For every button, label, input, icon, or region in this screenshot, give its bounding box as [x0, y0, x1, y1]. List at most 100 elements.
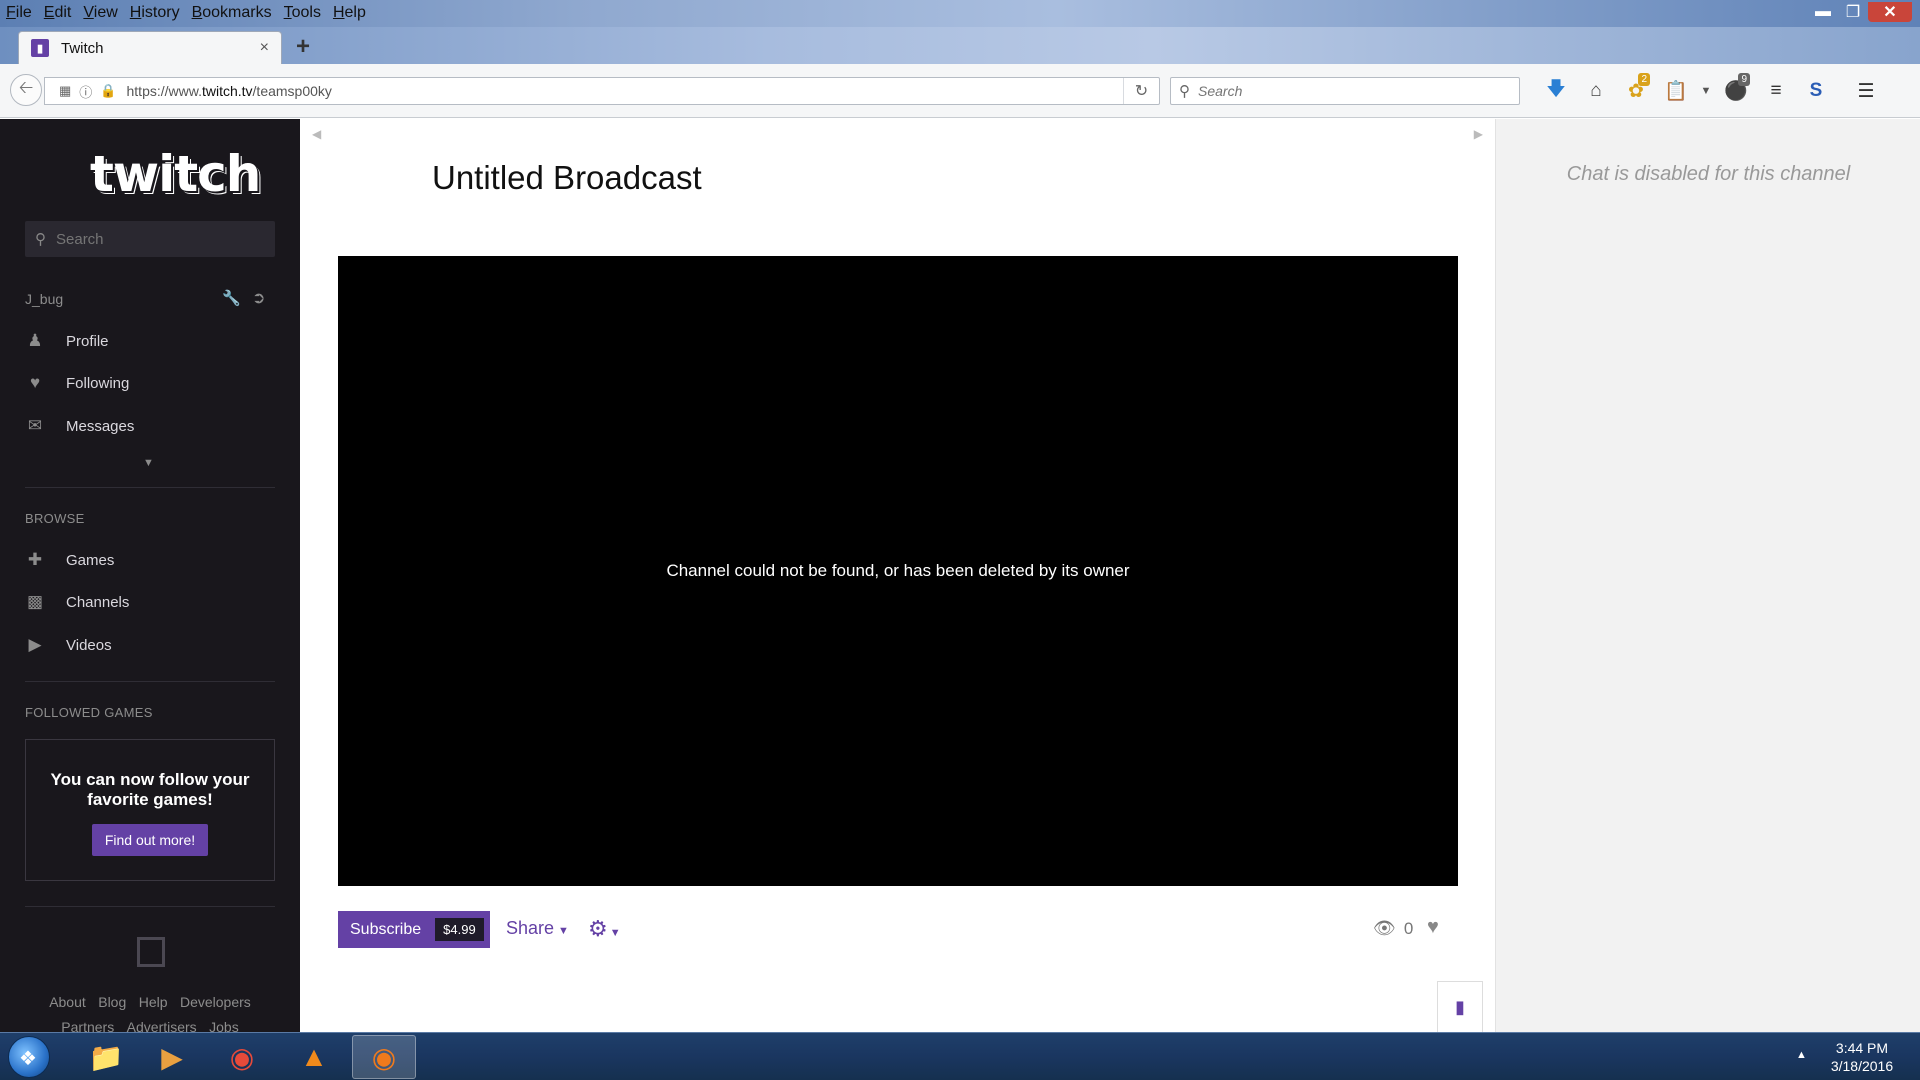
chevron-down-icon[interactable]: ▼ [143, 457, 154, 469]
file-explorer-icon[interactable]: 📁 [74, 1035, 138, 1079]
twitch-sidebar: twitch ⚲ J_bug 🔧 ➲ ♟ Profile ♥ Following… [0, 119, 300, 1032]
footer-link-blog[interactable]: Blog [98, 994, 126, 1010]
sidebar-item-following[interactable]: ♥ Following [25, 371, 129, 395]
info-icon[interactable]: ⓘ [79, 82, 92, 101]
tab-strip: ▮ Twitch × + [0, 27, 1920, 64]
sidebar-search-input[interactable] [56, 230, 256, 248]
footer-links: Partners Advertisers Jobs [0, 1019, 300, 1032]
play-icon: ▶ [28, 635, 42, 654]
video-player[interactable]: Channel could not be found, or has been … [338, 256, 1458, 886]
puzzle-addon-icon[interactable]: ✿ 2 [1616, 73, 1656, 106]
footer-link-advertisers[interactable]: Advertisers [127, 1019, 197, 1032]
clock-time: 3:44 PM [1835, 1040, 1889, 1056]
viewer-count-value: 0 [1403, 918, 1414, 938]
menu-edit[interactable]: Edit [38, 0, 78, 26]
main-content: ◀ ▶ Untitled Broadcast Channel could not… [300, 119, 1495, 1032]
url-host: twitch.tv [201, 83, 253, 99]
page-title: Untitled Broadcast [432, 159, 702, 196]
sidebar-item-messages[interactable]: ✉ Messages [25, 414, 135, 438]
chrome-icon[interactable]: ◉ [210, 1035, 274, 1079]
browser-search-input[interactable] [1198, 83, 1498, 99]
ublock-icon[interactable]: ⚫ 9 [1716, 73, 1756, 106]
notification-badge: 2 [1638, 73, 1650, 86]
home-icon[interactable]: ⌂ [1576, 76, 1616, 106]
tab-close-icon[interactable]: × [260, 39, 269, 57]
wrench-icon[interactable]: 🔧 [222, 289, 241, 307]
url-bar[interactable]: ▦ ⓘ 🔒 https://www.twitch.tv/teamsp00ky ↻ [44, 77, 1160, 105]
lock-icon[interactable]: 🔒 [100, 83, 116, 99]
gear-icon: ⚙ [588, 916, 608, 941]
reload-icon[interactable]: ↻ [1123, 78, 1159, 104]
settings-button[interactable]: ⚙ ▼ [588, 916, 621, 942]
back-button[interactable]: 🡠 [10, 74, 42, 106]
sidebar-search[interactable]: ⚲ [25, 221, 275, 257]
subscribe-label: Subscribe [350, 920, 422, 938]
footer-links: About Blog Help Developers [0, 994, 300, 1012]
divider [25, 906, 275, 907]
twitch-logo[interactable]: twitch [90, 145, 261, 203]
tab-title: Twitch [61, 39, 104, 57]
share-button[interactable]: Share ▼ [506, 918, 569, 939]
vlc-icon[interactable]: ▲ [282, 1035, 346, 1079]
sidebar-item-label: Following [66, 374, 130, 392]
tray-expand-icon[interactable]: ▲ [1796, 1049, 1807, 1061]
heart-icon[interactable]: ♥ [1427, 916, 1439, 939]
sidebar-item-games[interactable]: ✚ Games [25, 548, 114, 572]
toolbar-icons: 🡇 ⌂ ✿ 2 📋 ▼ ⚫ 9 ≡ S ☰ [1536, 73, 1886, 106]
menu-file[interactable]: File [0, 0, 38, 26]
firefox-icon[interactable]: ◉ [352, 1035, 416, 1079]
menu-help[interactable]: Help [327, 0, 372, 26]
collapse-left-icon[interactable]: ◀ [312, 127, 321, 141]
viewer-count: 👁 0 [1373, 918, 1413, 939]
sidebar-item-channels[interactable]: ▩ Channels [25, 590, 129, 614]
username[interactable]: J_bug [25, 291, 63, 307]
navigation-toolbar: 🡠 ▦ ⓘ 🔒 https://www.twitch.tv/teamsp00ky… [0, 64, 1920, 118]
history-icon[interactable]: ▦ [59, 83, 71, 99]
windows-logo-icon: ❖ [19, 1048, 37, 1070]
collapse-right-icon[interactable]: ▶ [1474, 127, 1483, 141]
system-clock[interactable]: 3:44 PM 3/18/2016 [1818, 1039, 1906, 1075]
footer-link-partners[interactable]: Partners [61, 1019, 114, 1032]
footer-link-developers[interactable]: Developers [180, 994, 251, 1010]
hamburger-menu-icon[interactable]: ☰ [1846, 76, 1886, 106]
logout-icon[interactable]: ➲ [252, 288, 265, 308]
browser-search-box[interactable]: ⚲ [1170, 77, 1520, 105]
subscribe-button[interactable]: Subscribe $4.99 [338, 911, 490, 948]
minimize-icon[interactable]: ▬ [1808, 2, 1838, 22]
s-addon-icon[interactable]: S [1796, 76, 1836, 106]
url-text[interactable]: https://www.twitch.tv/teamsp00ky [127, 83, 1124, 99]
start-button[interactable]: ❖ [8, 1036, 50, 1078]
sidebar-item-videos[interactable]: ▶ Videos [25, 633, 112, 657]
menu-history[interactable]: History [124, 0, 186, 26]
search-icon: ⚲ [35, 231, 46, 248]
divider [25, 681, 275, 682]
menu-tools[interactable]: Tools [278, 0, 327, 26]
sidebar-item-label: Channels [66, 593, 130, 611]
menu-bookmarks[interactable]: Bookmarks [186, 0, 278, 26]
chevron-down-icon: ▼ [558, 925, 569, 937]
menu-bar: File Edit View History Bookmarks Tools H… [0, 0, 372, 26]
restore-icon[interactable]: ❐ [1838, 2, 1868, 22]
footer-link-jobs[interactable]: Jobs [209, 1019, 239, 1032]
clipboard-icon[interactable]: 📋 [1656, 76, 1696, 106]
footer-link-about[interactable]: About [49, 994, 86, 1010]
close-window-icon[interactable]: ✕ [1868, 2, 1912, 22]
new-tab-button[interactable]: + [296, 33, 310, 61]
sidebar-item-label: Profile [66, 332, 109, 350]
download-icon[interactable]: 🡇 [1536, 76, 1576, 106]
sidebar-item-label: Games [66, 551, 115, 569]
chevron-down-icon[interactable]: ▼ [1696, 76, 1716, 106]
sidebar-item-label: Videos [66, 636, 112, 654]
search-icon: ⚲ [1179, 83, 1190, 100]
stripe-addon-icon[interactable]: ≡ [1756, 76, 1796, 106]
sidebar-item-profile[interactable]: ♟ Profile [25, 329, 109, 353]
taskbar: ❖ 📁 ▶ ◉ ▲ ◉ ▲ 3:44 PM 3/18/2016 [0, 1032, 1920, 1080]
follow-promo-text: You can now follow your favorite games! [50, 770, 250, 809]
tab-twitch[interactable]: ▮ Twitch × [18, 31, 282, 64]
share-label: Share [506, 918, 555, 938]
chat-toggle-icon[interactable]: ▮ [1437, 981, 1483, 1032]
footer-link-help[interactable]: Help [139, 994, 168, 1010]
find-out-more-button[interactable]: Find out more! [91, 824, 209, 856]
media-player-icon[interactable]: ▶ [140, 1035, 204, 1079]
menu-view[interactable]: View [77, 0, 123, 26]
